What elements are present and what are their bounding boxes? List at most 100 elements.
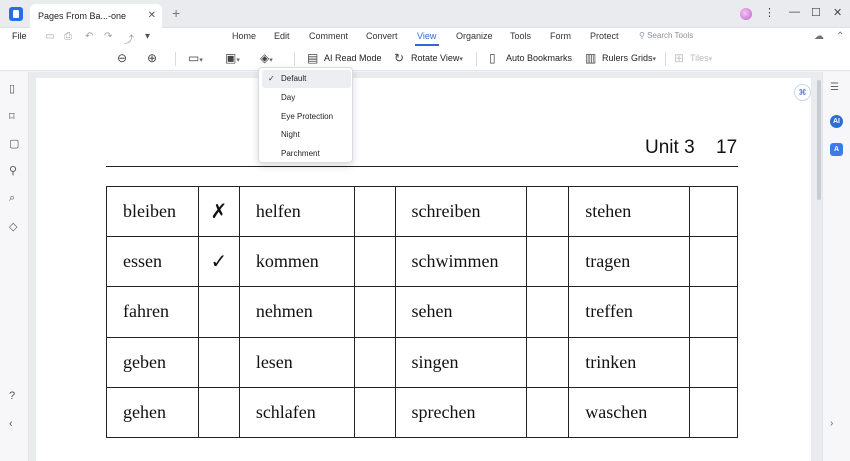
ai-assistant-icon[interactable]: AI [830,115,843,128]
cloud-upload-icon[interactable]: ☁ [814,31,824,42]
table-cell: tragen [568,236,691,288]
rulers-button[interactable]: Rulers [602,53,628,63]
table-cell-mark [197,286,240,338]
avatar[interactable] [740,8,752,20]
ai-read-mode-button[interactable]: AI Read Mode [324,53,382,63]
menu-item-label: Default [281,74,307,83]
menu-item-eye-protection[interactable]: Eye Protection [262,108,351,126]
table-cell-mark: ✓ [197,236,240,288]
menu-item-default[interactable]: ✓ Default [262,70,351,88]
tiles-button[interactable]: Tiles▾ [690,53,712,63]
checkmark-icon: ✓ [268,74,275,83]
auto-bookmarks-button[interactable]: Auto Bookmarks [506,53,572,63]
ruler-icon: ▥ [585,51,597,65]
ai-translate-icon[interactable]: A [830,143,843,156]
layers-icon[interactable]: ◇ [9,220,17,233]
more-options-icon[interactable]: ⋮ [764,6,775,19]
tab-form[interactable]: Form [550,31,571,41]
toolbar-divider [294,52,295,66]
grids-button[interactable]: Grids▾ [631,53,656,63]
rotate-icon: ↻ [394,51,405,65]
page-thumbnail-icon[interactable]: ▯ [9,82,15,95]
page-header: Unit 3 [645,137,695,158]
toolbar-divider [476,52,477,66]
new-tab-button[interactable]: + [172,5,180,21]
table-cell: schreiben [394,185,528,238]
table-cell: sprechen [394,386,528,439]
table-cell-mark [689,286,738,338]
left-sidebar: ▯ ⌑ ▢ ⚲ ⌕ ◇ ? ‹ [0,72,29,461]
table-cell: trinken [568,336,691,388]
properties-icon[interactable]: ☰ [830,82,839,93]
search-tools-placeholder: Search Tools [647,31,694,40]
attachment-icon[interactable]: ⚲ [9,164,17,177]
zoom-in-icon[interactable]: ⊕ [147,51,157,65]
tab-close-icon[interactable]: ✕ [148,4,156,28]
table-cell-mark: ✗ [197,185,240,238]
bookmark-icon: ▯ [489,51,496,65]
tab-edit[interactable]: Edit [274,31,290,41]
collapse-left-icon[interactable]: ‹ [9,418,13,430]
minimize-button[interactable]: — [789,6,800,18]
undo-icon[interactable]: ↶ [85,31,93,42]
right-sidebar: ☰ AI A › [822,72,850,461]
tab-comment[interactable]: Comment [309,31,348,41]
rotate-view-label: Rotate View [411,53,460,63]
table-cell: schlafen [238,386,355,439]
menu-item-label: Day [281,93,296,102]
background-color-icon[interactable]: ◈▾ [260,51,273,65]
table-cell: kommen [238,236,355,288]
rotate-view-button[interactable]: Rotate View▾ [411,53,463,63]
table-cell-mark [526,386,570,439]
table-cell-mark [197,386,240,439]
collapse-right-icon[interactable]: › [830,418,833,429]
tiles-icon: ⊞ [674,51,685,65]
print-icon[interactable]: ⎙ [64,31,72,42]
tab-protect[interactable]: Protect [590,31,619,41]
tab-view[interactable]: View [417,31,436,41]
table-cell: schwimmen [394,236,528,288]
title-bar: Pages From Ba...-one page.pdf ✕ + ⋮ — ☐ … [0,0,850,45]
menu-item-day[interactable]: Day [262,89,351,107]
table-cell: geben [106,336,199,388]
table-cell: stehen [568,185,691,238]
menu-bar: File ▭ ⎙ ↶ ↷ ⤴ ▾ Home Edit Comment Conve… [0,28,850,46]
page-display-icon[interactable]: ▭▾ [188,51,203,65]
table-cell: helfen [238,185,355,238]
maximize-button[interactable]: ☐ [811,6,821,19]
search-icon[interactable]: ⌕ [9,192,15,205]
menu-item-night[interactable]: Night [262,126,351,144]
table-cell-mark [353,286,396,338]
help-icon[interactable]: ? [9,390,15,402]
search-tools-input[interactable]: ⚲ Search Tools [639,31,693,40]
table-row: essen ✓ kommen schwimmen tragen [106,236,738,288]
table-cell-mark [353,185,396,238]
reading-mode-icon[interactable]: ▣▾ [225,51,240,65]
document-tab[interactable]: Pages From Ba...-one page.pdf ✕ [30,4,162,45]
vertical-scrollbar[interactable] [817,80,821,200]
expand-icon[interactable]: ⌃ [836,31,844,42]
close-window-button[interactable]: ✕ [833,6,842,19]
table-cell-mark [689,386,738,439]
grids-label: Grids [631,53,653,63]
page-number: 17 [716,137,738,158]
translate-page-icon[interactable]: ⌘ [794,84,811,101]
table-cell: gehen [106,386,199,439]
file-menu[interactable]: File [12,31,27,41]
menu-item-parchment[interactable]: Parchment [262,145,351,163]
zoom-out-icon[interactable]: ⊖ [117,51,127,65]
tab-tools[interactable]: Tools [510,31,531,41]
redo-icon[interactable]: ↷ [104,31,112,42]
comment-panel-icon[interactable]: ▢ [9,137,19,150]
save-icon[interactable]: ▭ [45,31,54,42]
share-icon[interactable]: ⤴ [124,31,134,46]
quick-access-dropdown-icon[interactable]: ▾ [145,31,150,42]
table-cell: fahren [106,286,199,338]
tab-convert[interactable]: Convert [366,31,398,41]
tab-home[interactable]: Home [232,31,256,41]
tab-organize[interactable]: Organize [456,31,493,41]
ai-read-mode-icon: ▤ [307,51,319,65]
table-cell-mark [353,336,396,388]
table-cell-mark [353,236,396,288]
bookmark-panel-icon[interactable]: ⌑ [9,110,15,123]
